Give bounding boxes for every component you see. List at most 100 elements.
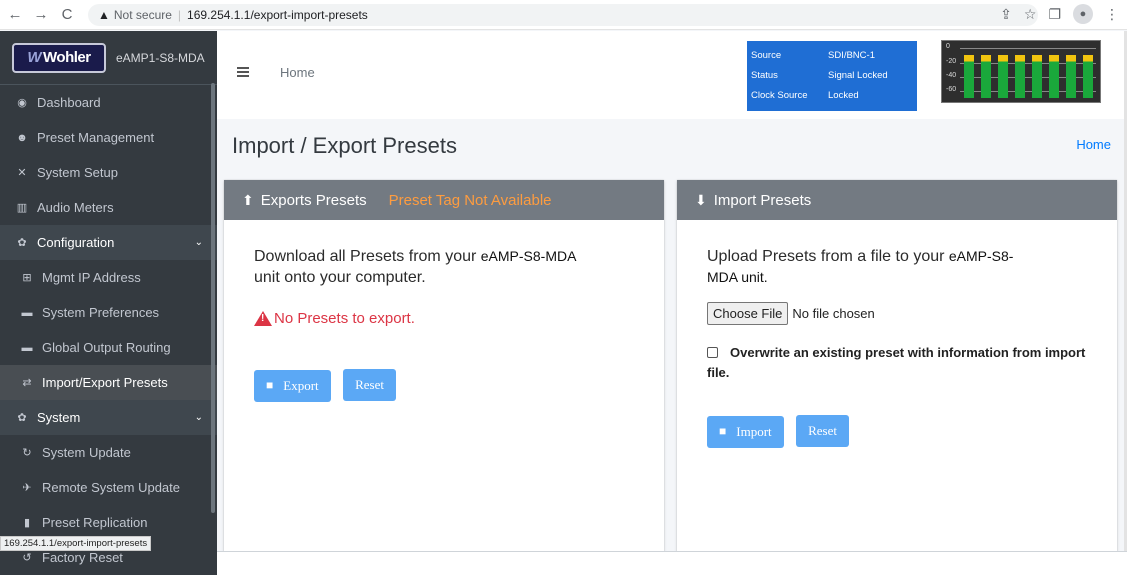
reload-icon[interactable]: C <box>56 4 78 26</box>
sidebar-item-global-output-routing[interactable]: ▬ Global Output Routing <box>0 330 217 365</box>
import-card-header: ⬇ Import Presets <box>677 180 1117 220</box>
audio-level-meter[interactable]: 0 -20 -40 -60 <box>941 40 1101 103</box>
sidebar-nav: ◉ Dashboard ☻ Preset Management ✕ System Se… <box>0 85 217 575</box>
dashboard-icon: ◉ <box>17 97 27 109</box>
sidebar-item-audio-meters[interactable]: ▥ Audio Meters <box>0 190 217 225</box>
brand[interactable]: W Wohler eAMP1-S8-MDA <box>0 31 217 85</box>
sync-icon: ↻ <box>22 447 32 459</box>
no-file-label: No file chosen <box>792 306 875 321</box>
info-key: Source <box>751 49 782 61</box>
copy-icon: ▮ <box>23 517 31 529</box>
signal-info-box: Source SDI/BNC-1 Status Signal Locked Cloc… <box>747 41 917 111</box>
sidebar-item-system-update[interactable]: ↻ System Update <box>0 435 217 470</box>
info-value: Locked <box>828 89 859 101</box>
sidebar-item-dashboard[interactable]: ◉ Dashboard <box>0 85 217 120</box>
page-title: Import / Export Presets <box>232 133 457 158</box>
menu-icon[interactable]: ⋮ <box>1105 6 1119 23</box>
sidebar-item-mgmt-ip[interactable]: ⊞ Mgmt IP Address <box>0 260 217 295</box>
link-status-bar: 169.254.1.1/export-import-presets <box>0 536 152 551</box>
exchange-icon: ⇄ <box>22 377 32 389</box>
preset-tag-status: Preset Tag Not Available <box>388 191 552 209</box>
file-input[interactable]: Choose File No file chosen <box>707 302 1087 325</box>
header-home-link[interactable]: Home <box>280 65 315 80</box>
star-icon[interactable]: ☆ <box>1024 6 1037 23</box>
browser-actions: ⇪ ☆ ❐ ● ⋮ <box>1000 4 1119 24</box>
download-icon: ⬇ <box>695 191 707 208</box>
file-upload-icon: ■ <box>719 424 727 438</box>
meter-channel-bar <box>1015 55 1025 98</box>
top-header: Home Source SDI/BNC-1 Status Signal Locked… <box>217 31 1127 119</box>
satellite-icon: ✈ <box>22 482 32 494</box>
warning-icon <box>254 311 272 326</box>
export-button[interactable]: ■ Export <box>254 369 331 402</box>
info-key: Status <box>751 69 778 81</box>
cogs-icon: ✿ <box>17 412 27 424</box>
export-card-header: ⬆ Exports Presets Preset Tag Not Availab… <box>224 180 664 220</box>
sidebar-item-preset-management[interactable]: ☻ Preset Management <box>0 120 217 155</box>
side-panel-icon[interactable]: ❐ <box>1048 6 1061 23</box>
overwrite-option[interactable]: Overwrite an existing preset with inform… <box>707 343 1087 383</box>
undo-icon: ↺ <box>22 552 32 564</box>
import-card-title: Import Presets <box>713 191 812 209</box>
choose-file-button[interactable]: Choose File <box>707 302 789 325</box>
import-description: Upload Presets from a file to your eAMP-… <box>707 248 1014 285</box>
url-text[interactable]: 169.254.1.1/export-import-presets <box>187 8 368 22</box>
meter-scale-label: -40 <box>946 72 957 79</box>
warning-icon[interactable]: ▲ <box>98 8 110 22</box>
import-button[interactable]: ■ Import <box>707 415 784 448</box>
export-card: ⬆ Exports Presets Preset Tag Not Availab… <box>224 180 664 552</box>
unit-name: eAMP-S8-MDA <box>480 248 577 264</box>
export-description: Download all Presets from your eAMP-S8-M… <box>254 248 577 286</box>
sidebar-item-import-export-presets[interactable]: ⇄ Import/Export Presets <box>0 365 217 400</box>
profile-icon[interactable]: ● <box>1073 4 1093 24</box>
import-card: ⬇ Import Presets Upload Presets from a f… <box>677 180 1117 552</box>
hdd-icon: ▬ <box>21 306 33 319</box>
sidebar-scrollbar[interactable] <box>211 83 215 513</box>
sidebar-item-system-preferences[interactable]: ▬ System Preferences <box>0 295 217 330</box>
import-reset-button[interactable]: Reset <box>796 415 849 447</box>
chevron-down-icon: ⌄ <box>194 237 203 248</box>
export-card-title: Exports Presets <box>260 191 367 209</box>
sidebar: W Wohler eAMP1-S8-MDA ◉ Dashboard ☻ Preset … <box>0 31 217 575</box>
sidebar-item-configuration[interactable]: ✿ Configuration ⌄ <box>0 225 217 260</box>
browser-toolbar: ← → C ▲ Not secure | 169.254.1.1/export-… <box>0 0 1127 30</box>
meter-channel-bar <box>981 55 991 98</box>
tools-icon: ✕ <box>17 167 27 179</box>
unit-name: eAMP-S8- <box>948 248 1014 264</box>
not-secure-label[interactable]: Not secure <box>114 8 172 22</box>
info-key: Clock Source <box>751 89 808 101</box>
cog-icon: ✿ <box>17 237 27 249</box>
hdd-icon: ▬ <box>21 341 33 354</box>
meter-channel-bar <box>1083 55 1093 98</box>
overwrite-checkbox[interactable] <box>707 347 718 358</box>
no-presets-warning: No Presets to export. <box>254 310 634 327</box>
sidebar-item-system[interactable]: ✿ System ⌄ <box>0 400 217 435</box>
address-bar[interactable]: ▲ Not secure | 169.254.1.1/export-import… <box>88 3 1038 26</box>
meter-channel-bar <box>1049 55 1059 98</box>
info-value: SDI/BNC-1 <box>828 49 875 61</box>
file-download-icon: ■ <box>266 378 274 392</box>
wohler-logo[interactable]: W Wohler <box>12 42 106 73</box>
meter-channel-bar <box>964 55 974 98</box>
meter-channel-bar <box>1032 55 1042 98</box>
meter-scale-label: -60 <box>946 86 957 93</box>
network-icon: ⊞ <box>22 272 32 284</box>
upload-icon: ⬆ <box>242 191 254 208</box>
breadcrumb-home[interactable]: Home <box>1076 137 1111 152</box>
overwrite-label: Overwrite an existing preset with inform… <box>707 345 1086 380</box>
back-icon[interactable]: ← <box>4 4 26 26</box>
meter-channel-bar <box>998 55 1008 98</box>
meter-channel-bar <box>1066 55 1076 98</box>
device-name: eAMP1-S8-MDA <box>116 50 205 65</box>
url-separator: | <box>177 7 182 22</box>
export-reset-button[interactable]: Reset <box>343 369 396 401</box>
sidebar-item-preset-replication[interactable]: ▮ Preset Replication <box>0 505 217 540</box>
footer-area <box>217 552 1127 575</box>
sidebar-item-remote-system-update[interactable]: ✈ Remote System Update <box>0 470 217 505</box>
menu-toggle-icon[interactable] <box>237 67 249 77</box>
sidebar-item-system-setup[interactable]: ✕ System Setup <box>0 155 217 190</box>
chart-icon: ▥ <box>16 202 28 214</box>
meter-scale-label: -20 <box>946 58 957 65</box>
share-icon[interactable]: ⇪ <box>1000 6 1012 23</box>
forward-icon[interactable]: → <box>30 4 52 26</box>
